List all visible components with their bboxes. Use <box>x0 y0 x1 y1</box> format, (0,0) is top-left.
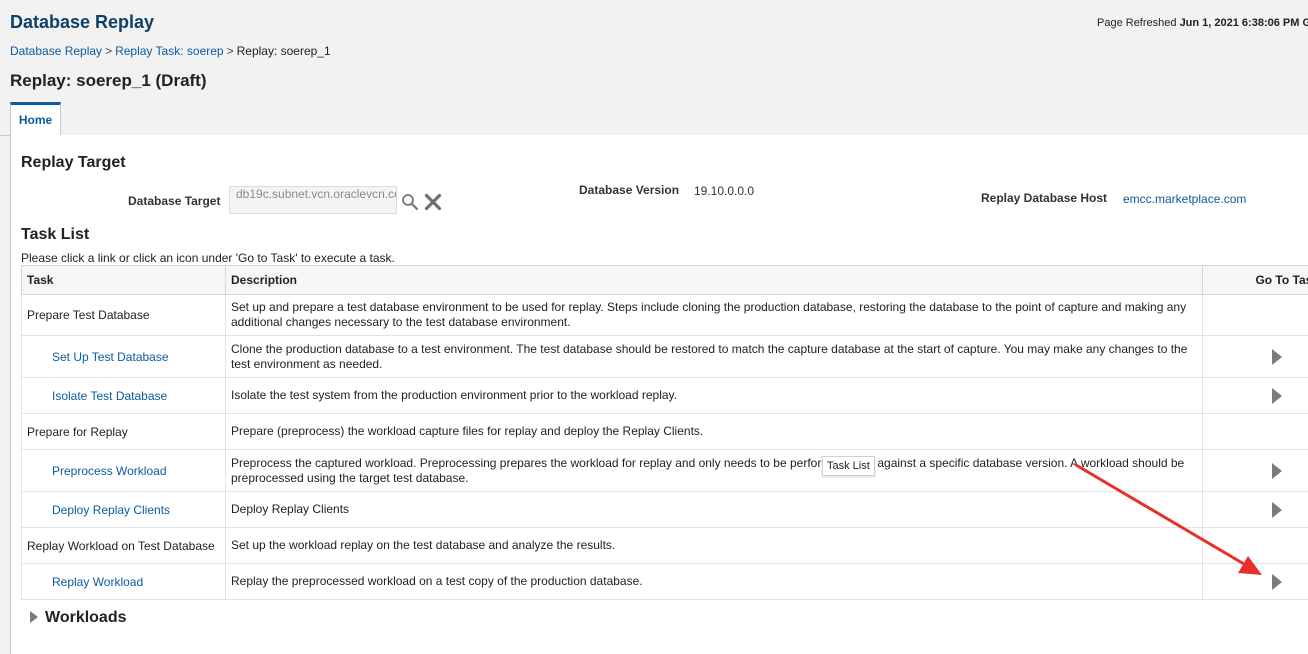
workloads-heading[interactable]: Workloads <box>45 609 127 627</box>
annotation-arrow <box>1074 463 1262 575</box>
triangle-right-icon[interactable] <box>30 611 38 623</box>
